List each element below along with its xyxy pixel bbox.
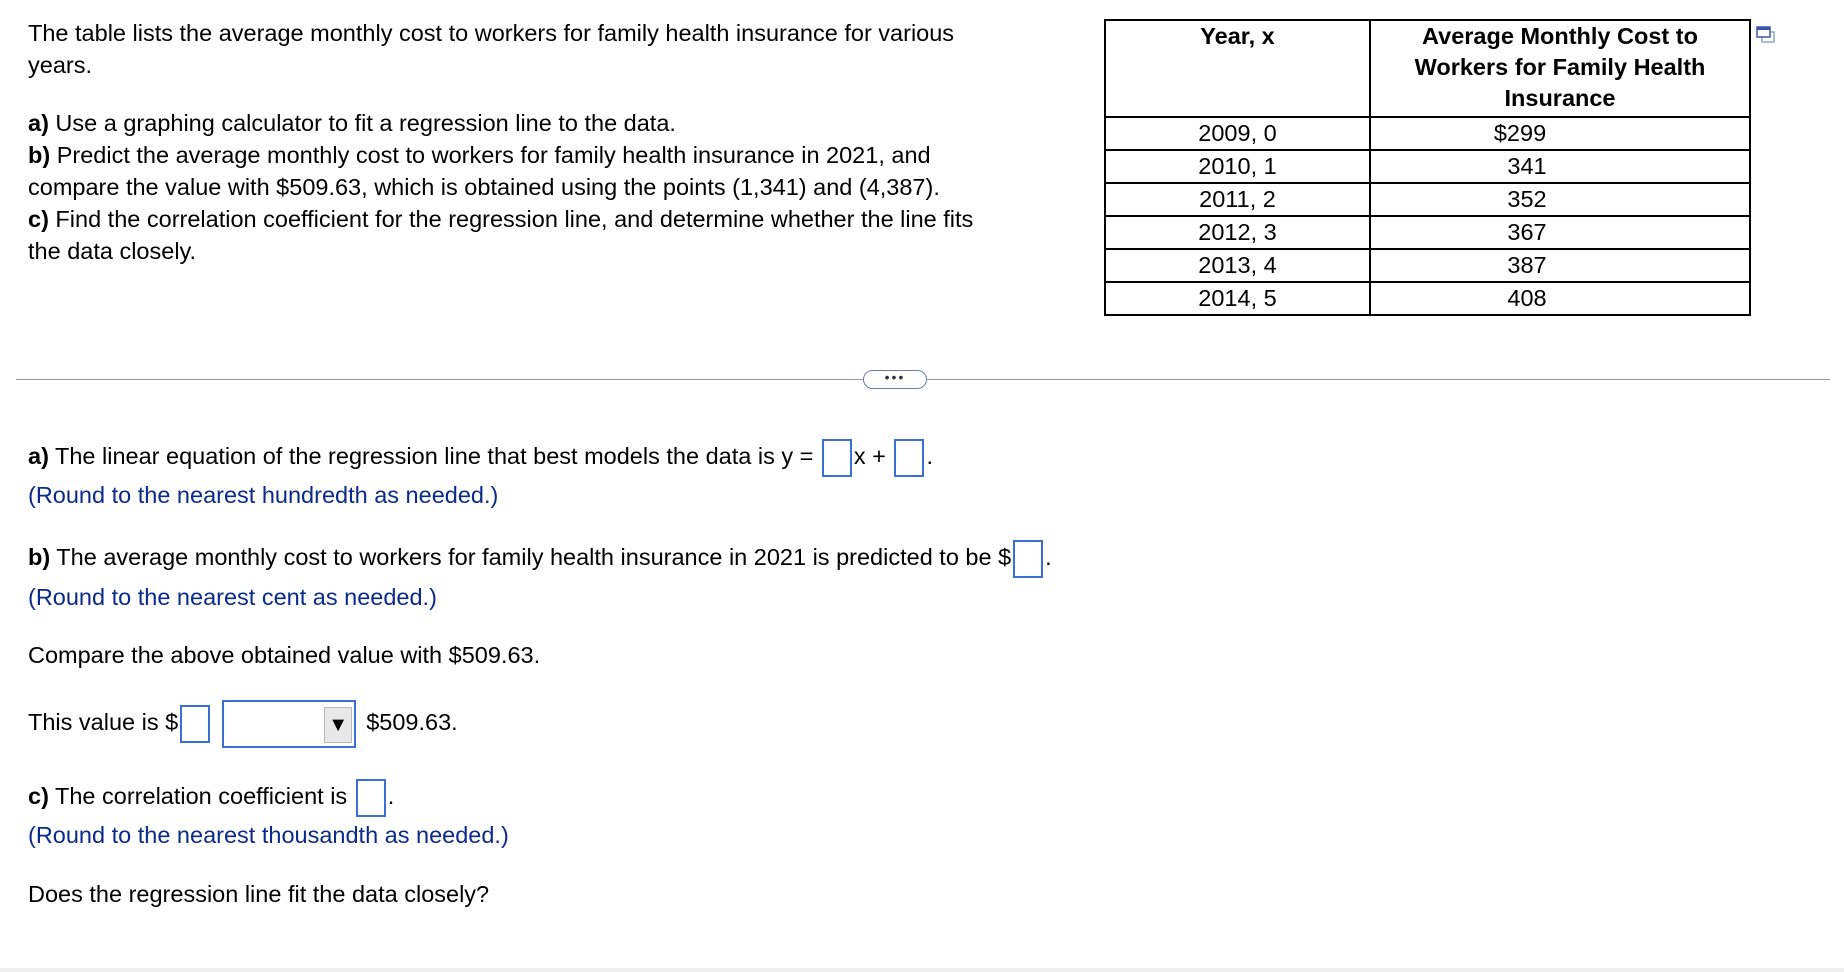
bottom-border <box>0 968 1844 972</box>
prediction-input[interactable] <box>1013 540 1044 578</box>
slope-input[interactable] <box>821 439 852 477</box>
header-year: Year, x <box>1104 19 1371 118</box>
table-row: 2013, 4 387 <box>1104 248 1751 283</box>
hint-b: (Round to the nearest cent as needed.) <box>28 584 437 610</box>
fit-question: Does the regression line fit the data cl… <box>28 881 490 907</box>
intro-text: The table lists the average monthly cost… <box>28 17 973 267</box>
dropdown-arrow-icon[interactable]: ▼ <box>324 707 353 743</box>
comparison-dropdown[interactable]: ▼ <box>222 700 357 748</box>
expand-more-button[interactable]: ••• <box>863 370 927 389</box>
intro-line: years. <box>28 52 92 78</box>
correlation-input[interactable] <box>355 779 386 817</box>
part-a-instruction: a) Use a graphing calculator to fit a re… <box>28 110 676 136</box>
compare-text: Compare the above obtained value with $5… <box>28 642 541 668</box>
table-row: 2012, 3 367 <box>1104 215 1751 250</box>
answer-b: b) The average monthly cost to workers f… <box>28 540 1052 578</box>
data-table: Year, x Average Monthly Cost to Workers … <box>1104 19 1751 316</box>
value-comparison: This value is $ ▼ $509.63. <box>28 700 458 748</box>
header-cost: Average Monthly Cost to Workers for Fami… <box>1369 19 1751 118</box>
copy-table-icon[interactable] <box>1756 26 1776 46</box>
part-b-instruction: b) Predict the average monthly cost to w… <box>28 142 931 168</box>
table-row: 2011, 2 352 <box>1104 182 1751 217</box>
hint-c: (Round to the nearest thousandth as need… <box>28 822 509 848</box>
table-row: 2014, 5 408 <box>1104 281 1751 316</box>
hint-a: (Round to the nearest hundredth as neede… <box>28 482 499 508</box>
intercept-input[interactable] <box>894 439 925 477</box>
part-c-instruction-cont: the data closely. <box>28 238 197 264</box>
table-row: 2010, 1 341 <box>1104 149 1751 184</box>
table-row: 2009, 0 $299 <box>1104 116 1751 151</box>
intro-line: The table lists the average monthly cost… <box>28 20 955 46</box>
part-b-instruction-cont: compare the value with $509.63, which is… <box>28 174 940 200</box>
value-input[interactable] <box>180 705 211 743</box>
table-header-row: Year, x Average Monthly Cost to Workers … <box>1104 19 1751 118</box>
part-c-instruction: c) Find the correlation coefficient for … <box>28 206 974 232</box>
answer-a: a) The linear equation of the regression… <box>28 439 933 477</box>
answer-c: c) The correlation coefficient is . <box>28 779 394 817</box>
